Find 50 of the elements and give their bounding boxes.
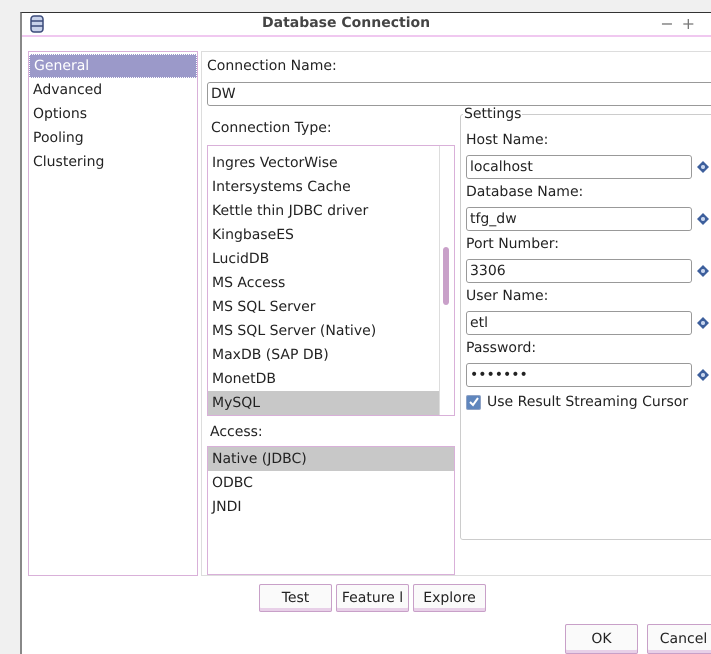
list-item[interactable]: MySQL: [208, 391, 439, 415]
list-item[interactable]: JNDI: [208, 495, 454, 519]
group-title: Settings: [463, 106, 522, 122]
field-label: Connection Name:: [207, 58, 338, 76]
input-field[interactable]: etl: [466, 311, 692, 335]
checkbox-label: Use Result Streaming Cursor: [487, 394, 688, 410]
list-item[interactable]: MS SQL Server (Native): [208, 319, 439, 343]
field-label: Password:: [466, 340, 538, 358]
field-label: Access:: [210, 424, 264, 442]
list-item[interactable]: Ingres VectorWise: [208, 151, 439, 175]
list-item[interactable]: MS Access: [208, 271, 439, 295]
list-item[interactable]: MS SQL Server: [208, 295, 439, 319]
sidebar-item[interactable]: Pooling: [29, 126, 197, 150]
list-item[interactable]: ODBC: [208, 471, 454, 495]
variable-icon[interactable]: [697, 161, 709, 173]
scrollbar-thumb[interactable]: [443, 247, 449, 305]
list-item[interactable]: LucidDB: [208, 247, 439, 271]
action-button[interactable]: Test: [259, 584, 332, 612]
list-item[interactable]: Kettle thin JDBC driver: [208, 199, 439, 223]
field-label: Connection Type:: [211, 120, 333, 138]
checkbox[interactable]: [466, 394, 481, 410]
list-item[interactable]: MaxDB (SAP DB): [208, 343, 439, 367]
variable-icon[interactable]: [697, 213, 709, 225]
field-label: Database Name:: [466, 184, 584, 202]
input-field[interactable]: DW: [207, 82, 711, 106]
action-button[interactable]: Feature l: [336, 584, 409, 612]
dialog-button[interactable]: OK: [565, 624, 638, 654]
variable-icon[interactable]: [697, 265, 709, 277]
list-item[interactable]: Native (JDBC): [208, 447, 454, 471]
variable-icon[interactable]: [697, 317, 709, 329]
window-control-button[interactable]: +: [678, 15, 698, 33]
dialog-button[interactable]: Cancel: [647, 624, 711, 654]
field-label: User Name:: [466, 288, 550, 306]
sidebar-item[interactable]: Options: [29, 102, 197, 126]
window-control-button[interactable]: −: [657, 15, 677, 33]
input-field[interactable]: tfg_dw: [466, 207, 692, 231]
list-item[interactable]: Intersystems Cache: [208, 175, 439, 199]
list-item[interactable]: MonetDB: [208, 367, 439, 391]
input-field[interactable]: localhost: [466, 155, 692, 179]
variable-icon[interactable]: [697, 369, 709, 381]
list-item[interactable]: KingbaseES: [208, 223, 439, 247]
sidebar-item[interactable]: Clustering: [29, 150, 197, 174]
input-field[interactable]: •••••••: [466, 363, 692, 387]
input-field[interactable]: 3306: [466, 259, 692, 283]
sidebar-item[interactable]: Advanced: [29, 78, 197, 102]
field-label: Host Name:: [466, 132, 550, 150]
window-title: Database Connection: [262, 15, 430, 31]
action-button[interactable]: Explore: [413, 584, 486, 612]
database-icon: [30, 15, 44, 33]
field-label: Port Number:: [466, 236, 560, 254]
